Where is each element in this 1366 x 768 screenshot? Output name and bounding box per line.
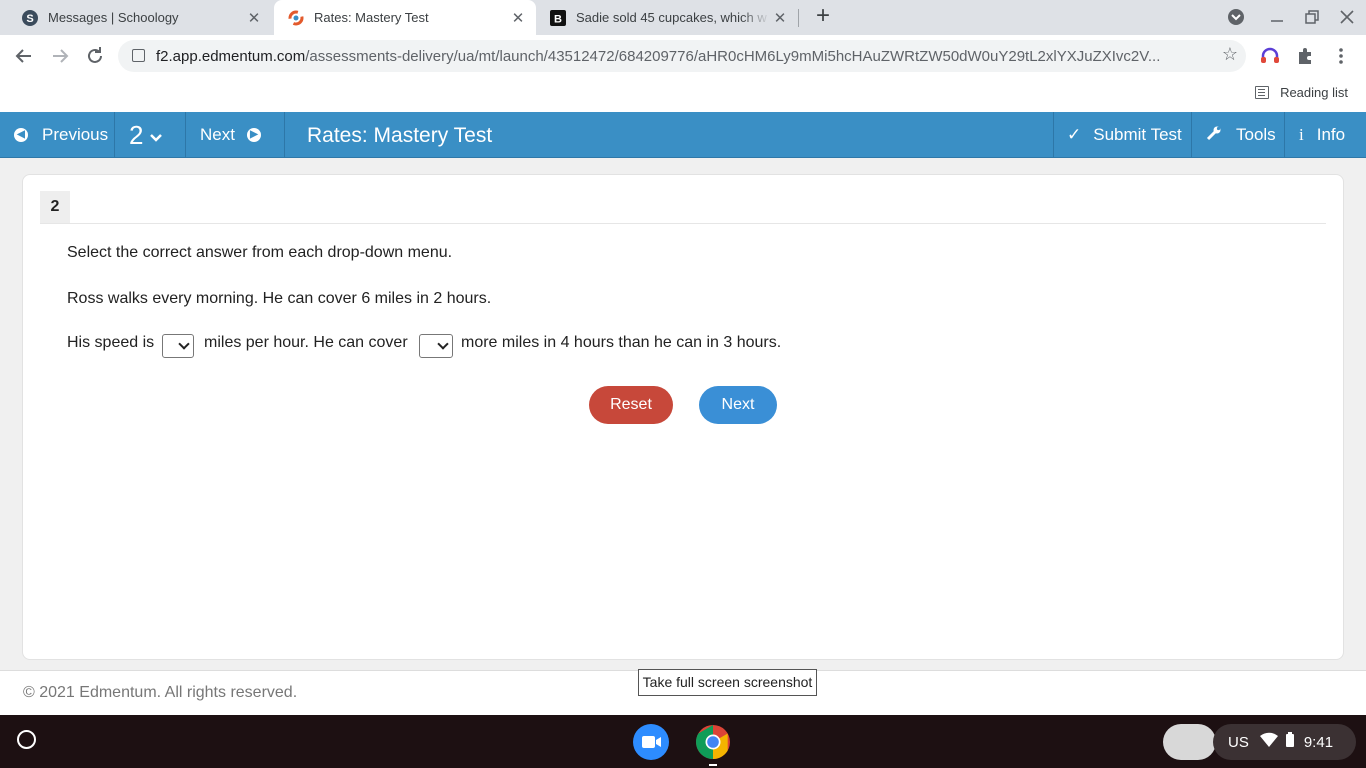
test-title: Rates: Mastery Test xyxy=(307,124,493,147)
os-shelf: US 9:41 xyxy=(0,715,1366,768)
phone-hub-icon[interactable] xyxy=(1163,724,1216,760)
restore-icon[interactable] xyxy=(1302,7,1322,27)
tab-title: Messages | Schoology xyxy=(48,10,179,25)
address-bar[interactable]: f2.app.edmentum.com/assessments-delivery… xyxy=(118,40,1246,72)
reading-list-label: Reading list xyxy=(1280,85,1348,100)
wifi-icon xyxy=(1259,732,1279,752)
forward-icon[interactable] xyxy=(48,44,72,68)
close-tab-icon[interactable]: ✕ xyxy=(508,9,528,27)
more-miles-dropdown[interactable] xyxy=(419,334,453,358)
svg-text:S: S xyxy=(26,13,33,25)
question-text-part3: more miles in 4 hours than he can in 3 h… xyxy=(461,334,782,351)
tab-schoology[interactable]: S Messages | Schoology ✕ xyxy=(8,0,272,35)
next-button[interactable]: Next xyxy=(699,386,777,424)
brainly-icon: B xyxy=(550,9,566,26)
tab-separator xyxy=(798,9,799,27)
extensions-puzzle-icon[interactable] xyxy=(1293,44,1317,68)
chrome-menu-icon[interactable] xyxy=(1329,44,1353,68)
arrow-left-circle-icon: ◀ xyxy=(14,128,28,142)
app-running-indicator xyxy=(709,764,717,766)
screenshot-tooltip: Take full screen screenshot xyxy=(638,669,817,696)
wrench-icon xyxy=(1206,125,1222,146)
tools-button[interactable]: Tools xyxy=(1191,112,1284,158)
tools-label: Tools xyxy=(1236,125,1276,144)
tab-brainly[interactable]: B Sadie sold 45 cupcakes, which w ✕ xyxy=(536,0,798,35)
browser-toolbar: f2.app.edmentum.com/assessments-delivery… xyxy=(0,35,1366,77)
test-header-bar: ◀ Previous 2 Next ▶ Rates: Mastery Test … xyxy=(0,112,1366,158)
bookmark-star-icon[interactable]: ☆ xyxy=(1222,44,1238,65)
question-number-badge: 2 xyxy=(40,191,70,223)
arrow-right-circle-icon: ▶ xyxy=(246,128,261,142)
minimize-icon[interactable] xyxy=(1267,7,1287,27)
submit-test-label: Submit Test xyxy=(1093,125,1182,144)
close-tab-icon[interactable]: ✕ xyxy=(244,9,264,27)
divider xyxy=(40,223,1326,224)
chrome-app-icon[interactable] xyxy=(695,724,731,766)
chevron-down-icon xyxy=(437,338,449,350)
previous-button[interactable]: ◀ Previous xyxy=(0,112,115,158)
speed-dropdown[interactable] xyxy=(162,334,194,358)
check-circle-icon: ✓ xyxy=(1067,125,1082,144)
status-tray[interactable]: US 9:41 xyxy=(1213,724,1356,760)
tab-title: Sadie sold 45 cupcakes, which w xyxy=(576,10,767,25)
current-question-number: 2 xyxy=(129,119,144,150)
info-button[interactable]: i Info xyxy=(1284,112,1366,158)
edmentum-icon xyxy=(288,10,304,26)
reading-list-icon xyxy=(1255,86,1270,99)
clock: 9:41 xyxy=(1303,733,1334,751)
new-tab-button[interactable]: + xyxy=(812,4,834,29)
info-label: Info xyxy=(1316,125,1346,144)
copyright-text: © 2021 Edmentum. All rights reserved. xyxy=(23,684,298,701)
submit-test-button[interactable]: ✓ Submit Test xyxy=(1053,112,1191,158)
question-text-part2: miles per hour. He can cover xyxy=(204,334,408,351)
tab-search-icon[interactable] xyxy=(1226,7,1246,27)
back-icon[interactable] xyxy=(12,44,36,68)
tab-strip: S Messages | Schoology ✕ Rates: Mastery … xyxy=(0,0,1366,35)
url-text: f2.app.edmentum.com/assessments-delivery… xyxy=(156,48,1161,65)
reload-icon[interactable] xyxy=(83,44,107,68)
site-info-icon[interactable] xyxy=(132,49,145,62)
close-window-icon[interactable] xyxy=(1337,7,1357,27)
next-question-button[interactable]: Next ▶ xyxy=(186,112,285,158)
close-tab-icon[interactable]: ✕ xyxy=(770,9,790,27)
previous-label: Previous xyxy=(42,125,109,144)
question-prompt: Ross walks every morning. He can cover 6… xyxy=(67,290,492,307)
battery-icon xyxy=(1285,732,1295,752)
reading-list-button[interactable]: Reading list xyxy=(1255,85,1348,100)
tab-rates-mastery-test[interactable]: Rates: Mastery Test ✕ xyxy=(274,0,536,35)
zoom-app-icon[interactable] xyxy=(633,724,669,760)
info-icon: i xyxy=(1299,125,1304,144)
tab-title: Rates: Mastery Test xyxy=(314,10,429,25)
chevron-down-icon xyxy=(178,338,190,350)
reset-button[interactable]: Reset xyxy=(589,386,673,424)
keyboard-locale: US xyxy=(1228,733,1249,751)
launcher-icon[interactable] xyxy=(17,730,36,749)
question-instruction: Select the correct answer from each drop… xyxy=(67,244,453,261)
next-label: Next xyxy=(200,125,235,144)
question-text-part1: His speed is xyxy=(67,334,155,351)
chevron-down-icon xyxy=(149,128,163,148)
schoology-icon: S xyxy=(22,9,38,26)
extension-headphones-icon[interactable] xyxy=(1258,44,1282,68)
question-selector-dropdown[interactable]: 2 xyxy=(115,112,186,158)
question-card: 2 Select the correct answer from each dr… xyxy=(22,174,1344,660)
svg-text:B: B xyxy=(554,13,562,25)
bookmarks-bar: Reading list xyxy=(0,77,1366,112)
